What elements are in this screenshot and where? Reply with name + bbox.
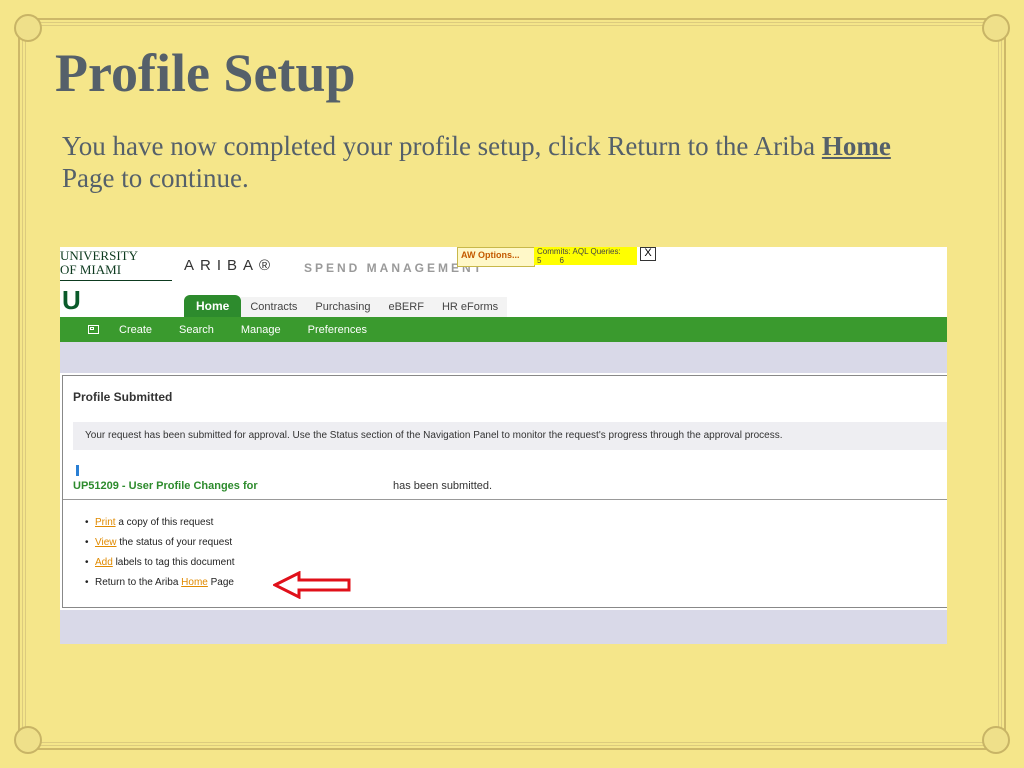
nav-preferences[interactable]: Preferences bbox=[308, 324, 367, 336]
action-prefix: Return to the Ariba bbox=[95, 577, 182, 588]
profile-submitted-panel: Profile Submitted Your request has been … bbox=[62, 375, 947, 608]
list-item: Return to the Ariba Home Page bbox=[85, 576, 235, 596]
record-marker bbox=[76, 465, 79, 476]
slide-title: Profile Setup bbox=[55, 43, 356, 103]
submitted-status: has been submitted. bbox=[393, 480, 493, 492]
aw-options-button[interactable]: AW Options... bbox=[457, 247, 535, 267]
add-link[interactable]: Add bbox=[95, 557, 113, 568]
instructions-text-start: You have now completed your profile setu… bbox=[62, 131, 822, 161]
corner-ornament-icon bbox=[14, 726, 42, 754]
view-link[interactable]: View bbox=[95, 537, 117, 548]
ariba-logo: ARIBA® bbox=[184, 257, 277, 274]
nav-manage[interactable]: Manage bbox=[241, 324, 281, 336]
window-icon[interactable] bbox=[88, 325, 99, 334]
panel-title: Profile Submitted bbox=[73, 390, 173, 404]
close-button[interactable]: X bbox=[640, 247, 656, 261]
commits-label: Commits: AQL Queries: bbox=[537, 247, 621, 256]
divider bbox=[63, 499, 947, 500]
toolbar-band bbox=[60, 342, 947, 373]
tab-contracts[interactable]: Contracts bbox=[241, 297, 307, 317]
red-arrow-icon bbox=[273, 571, 351, 599]
corner-ornament-icon bbox=[982, 726, 1010, 754]
action-text: the status of your request bbox=[116, 537, 233, 548]
tab-hr-eforms[interactable]: HR eForms bbox=[432, 297, 508, 317]
instructions-text-end: Page to continue. bbox=[62, 163, 249, 193]
footer-band bbox=[60, 610, 947, 644]
print-link[interactable]: Print bbox=[95, 517, 116, 528]
commits-value: 5 bbox=[537, 256, 542, 265]
queries-value: 6 bbox=[559, 256, 564, 265]
um-logo-icon: U bbox=[62, 287, 81, 313]
record-title: UP51209 - User Profile Changes for bbox=[73, 480, 258, 492]
home-link[interactable]: Home bbox=[181, 577, 208, 588]
main-tabs: Home Contracts Purchasing eBERF HR eForm… bbox=[184, 293, 508, 317]
tab-home[interactable]: Home bbox=[184, 295, 242, 317]
corner-ornament-icon bbox=[982, 14, 1010, 42]
list-item: Add labels to tag this document bbox=[85, 556, 235, 576]
ariba-screenshot: UNIVERSITY OF MIAMI U ARIBA® SPEND MANAG… bbox=[60, 247, 947, 644]
univ-line-1: UNIVERSITY bbox=[60, 248, 138, 263]
approval-message: Your request has been submitted for appr… bbox=[73, 422, 947, 450]
univ-line-2: OF MIAMI bbox=[60, 262, 122, 277]
tab-eberf[interactable]: eBERF bbox=[379, 297, 433, 317]
um-logo-letter: U bbox=[62, 285, 81, 315]
action-text: Page bbox=[207, 577, 234, 588]
action-text: a copy of this request bbox=[115, 517, 214, 528]
nav-create[interactable]: Create bbox=[119, 324, 152, 336]
command-bar: Create Search Manage Preferences bbox=[60, 317, 947, 342]
nav-search[interactable]: Search bbox=[179, 324, 214, 336]
list-item: View the status of your request bbox=[85, 536, 235, 556]
action-list: Print a copy of this request View the st… bbox=[85, 516, 235, 596]
university-logo-text: UNIVERSITY OF MIAMI bbox=[60, 249, 172, 281]
home-emphasis: Home bbox=[821, 131, 891, 161]
slide-instructions: You have now completed your profile setu… bbox=[62, 130, 892, 194]
commits-queries-box: Commits: AQL Queries: 5 6 bbox=[534, 247, 637, 265]
corner-ornament-icon bbox=[14, 14, 42, 42]
tab-purchasing[interactable]: Purchasing bbox=[306, 297, 380, 317]
list-item: Print a copy of this request bbox=[85, 516, 235, 536]
action-text: labels to tag this document bbox=[112, 557, 235, 568]
